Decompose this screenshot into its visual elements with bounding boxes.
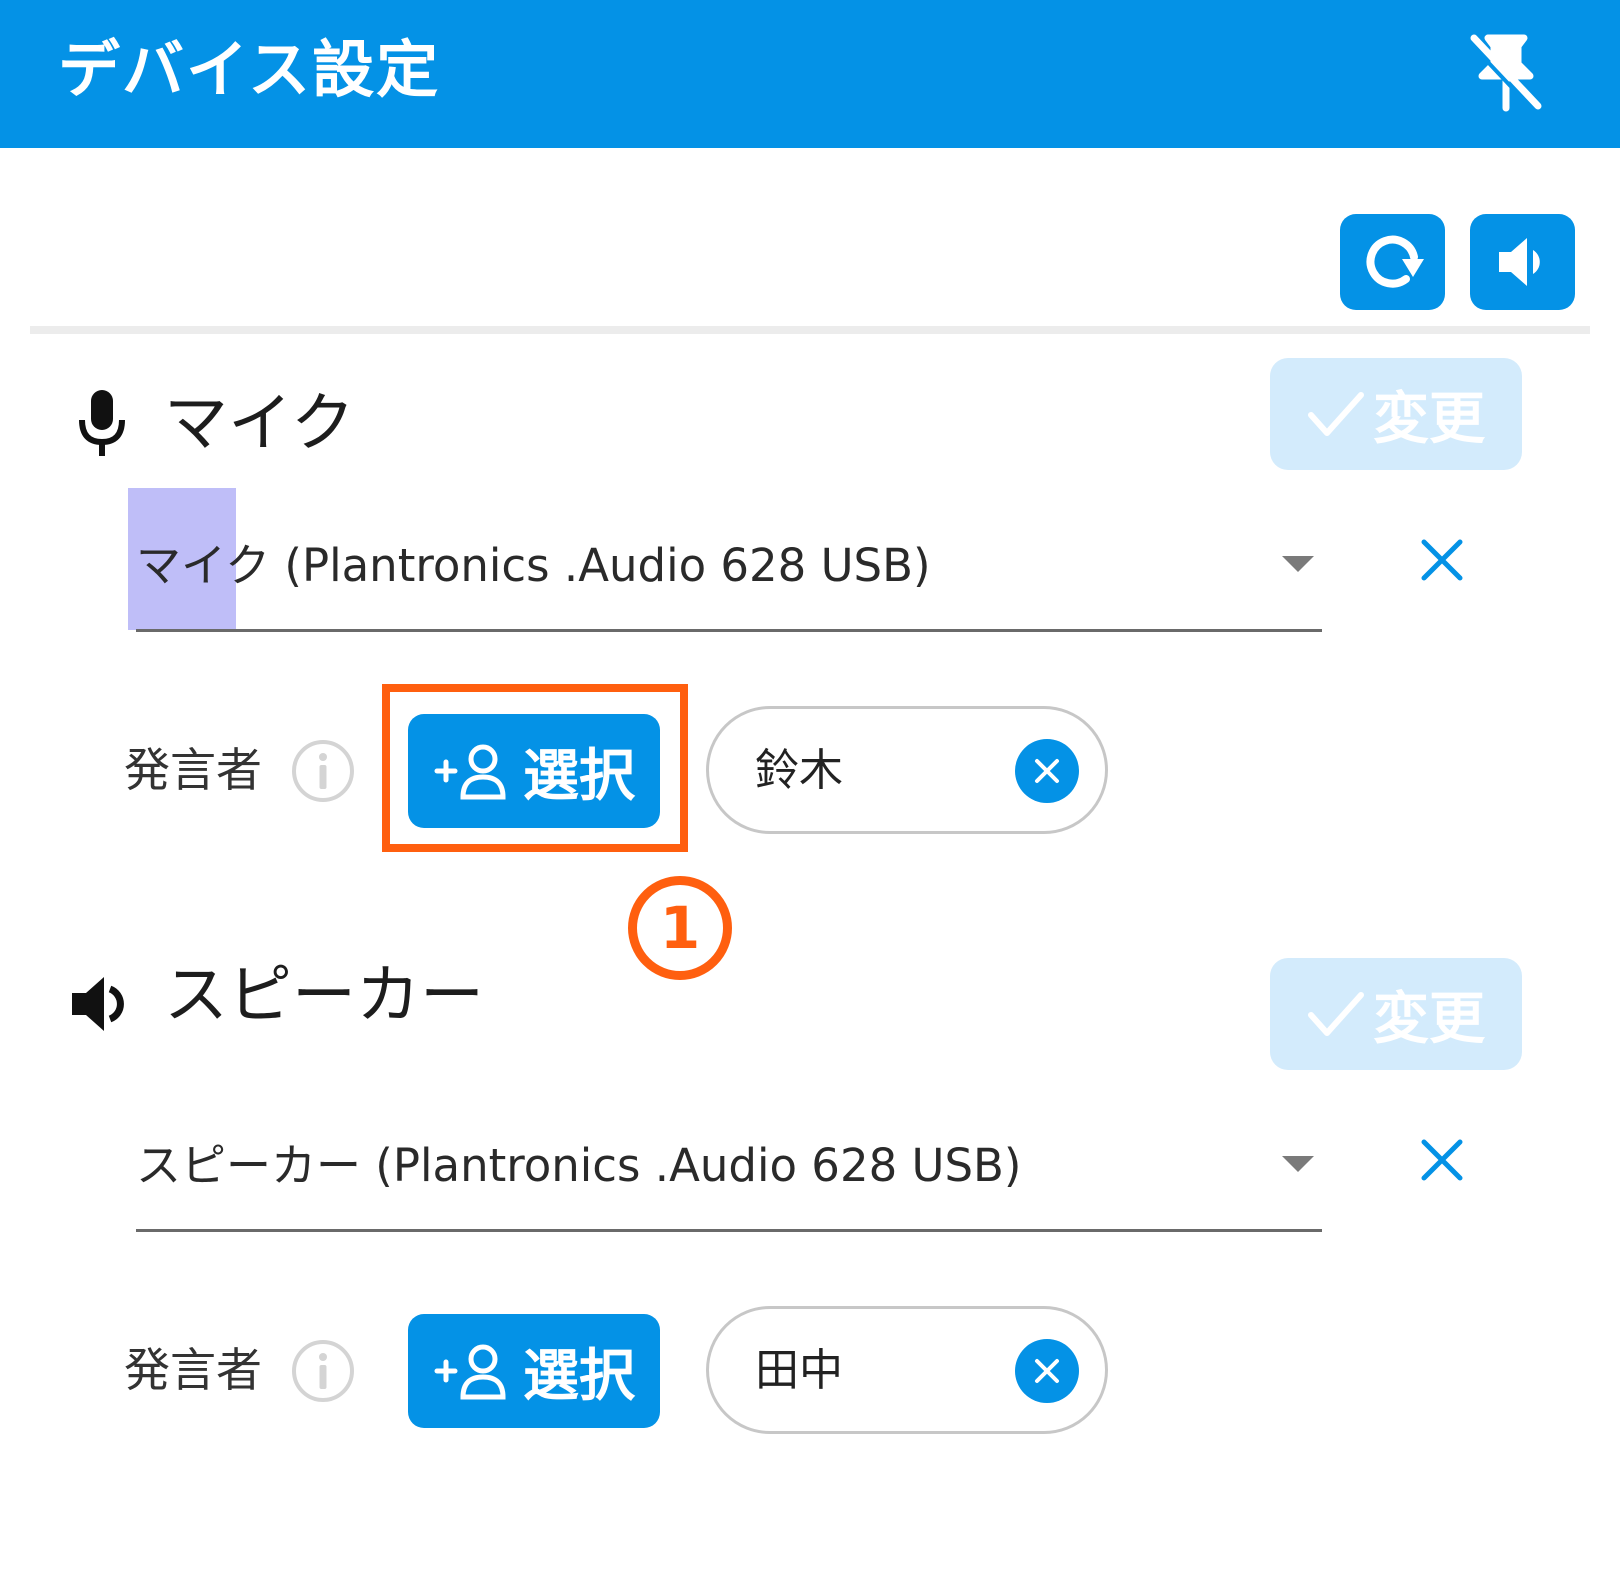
callout-step-marker: 1 — [628, 876, 732, 980]
close-icon — [1035, 759, 1059, 783]
speaker-speaker-label: 発言者 — [124, 1343, 262, 1397]
window-title: デバイス設定 — [58, 33, 441, 106]
close-icon — [1421, 1139, 1463, 1181]
mic-change-label: 変更 — [1373, 386, 1485, 452]
callout-step-number: 1 — [659, 894, 701, 962]
refresh-button[interactable] — [1340, 214, 1445, 310]
callout-highlight-box — [382, 684, 688, 852]
mic-clear-button[interactable] — [1412, 530, 1472, 590]
mic-speaker-chip: 鈴木 — [706, 706, 1108, 834]
chevron-down-icon — [1282, 1156, 1314, 1172]
add-user-icon — [434, 1344, 506, 1400]
check-icon — [1308, 992, 1364, 1036]
speaker-device-value: スピーカー (Plantronics .Audio 628 USB) — [136, 1139, 1022, 1192]
mic-device-select[interactable]: マイク (Plantronics .Audio 628 USB) — [136, 500, 1322, 632]
speaker-section-title: スピーカー — [164, 959, 484, 1033]
divider — [30, 326, 1590, 334]
mic-change-button[interactable]: 変更 — [1270, 358, 1522, 470]
pin-off-icon — [1467, 34, 1542, 112]
chevron-down-icon — [1282, 556, 1314, 572]
speaker-clear-button[interactable] — [1412, 1130, 1472, 1190]
speaker-change-label: 変更 — [1373, 986, 1485, 1052]
info-icon[interactable] — [290, 1338, 356, 1404]
speaker-icon — [1498, 238, 1540, 286]
check-icon — [1308, 392, 1364, 436]
speaker-change-button[interactable]: 変更 — [1270, 958, 1522, 1070]
close-icon — [1035, 1359, 1059, 1383]
speaker-select-speaker-button[interactable]: 選択 — [408, 1314, 660, 1428]
mic-speaker-label: 発言者 — [124, 743, 262, 797]
info-icon[interactable] — [290, 738, 356, 804]
speaker-device-select[interactable]: スピーカー (Plantronics .Audio 628 USB) — [136, 1100, 1322, 1232]
microphone-section-icon — [72, 384, 132, 464]
unpin-button[interactable] — [1462, 28, 1550, 116]
mic-speaker-name: 鈴木 — [755, 745, 843, 796]
title-bar: デバイス設定 — [0, 0, 1620, 148]
speaker-speaker-name: 田中 — [755, 1345, 843, 1396]
mic-speaker-remove-button[interactable] — [1015, 739, 1079, 803]
microphone-icon — [79, 390, 125, 456]
refresh-icon — [1366, 235, 1424, 288]
close-icon — [1421, 539, 1463, 581]
speaker-select-label: 選択 — [523, 1343, 635, 1409]
mic-section-title: マイク — [164, 387, 355, 461]
mic-device-value: マイク (Plantronics .Audio 628 USB) — [136, 539, 931, 592]
speaker-icon — [72, 977, 124, 1031]
speaker-speaker-remove-button[interactable] — [1015, 1339, 1079, 1403]
sound-test-button[interactable] — [1470, 214, 1575, 310]
speaker-speaker-chip: 田中 — [706, 1306, 1108, 1434]
speaker-section-icon — [66, 966, 136, 1042]
